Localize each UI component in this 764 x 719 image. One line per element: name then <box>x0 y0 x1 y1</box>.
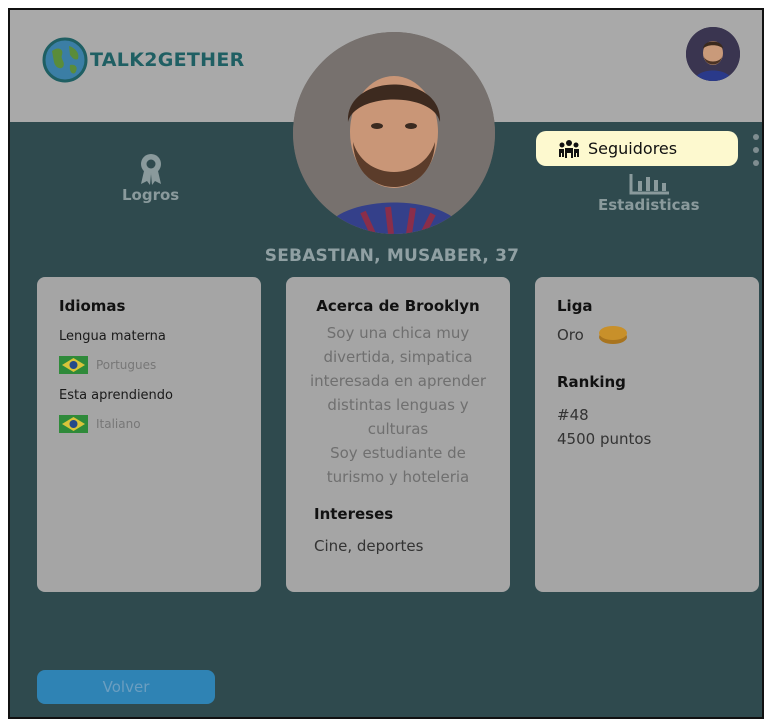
learning-language-row: Italiano <box>59 415 239 433</box>
native-language-row: Portugues <box>59 356 239 374</box>
about-line: Soy una chica muy <box>326 324 470 342</box>
brand-logo[interactable]: TALK2GETHER <box>42 37 245 83</box>
brazil-flag-icon <box>59 415 88 433</box>
about-line: Soy estudiante de <box>330 444 466 462</box>
league-value: Oro <box>557 326 584 344</box>
seguidores-label: Seguidores <box>588 139 678 158</box>
interests-value: Cine, deportes <box>314 537 424 555</box>
about-description: Soy una chica muy divertida, simpatica i… <box>298 321 498 489</box>
league-row: Oro <box>557 325 737 345</box>
profile-photo[interactable] <box>293 32 495 234</box>
about-line: distintas lenguas y <box>327 396 469 414</box>
brazil-flag-icon <box>59 356 88 374</box>
league-title: Liga <box>557 297 593 315</box>
brand-name: TALK2GETHER <box>90 49 245 71</box>
interests-title: Intereses <box>314 505 394 523</box>
back-button[interactable]: Volver <box>37 670 215 704</box>
native-language-label: Lengua materna <box>59 329 166 344</box>
profile-name: SEBASTIAN, MUSABER, 37 <box>264 246 520 266</box>
ranking-values: #48 4500 puntos <box>557 403 737 451</box>
languages-card: Idiomas Lengua materna Portugues Esta ap… <box>37 277 261 592</box>
profile-photo-image <box>293 32 495 234</box>
award-ribbon-icon <box>138 150 164 186</box>
about-line: turismo y hoteleria <box>326 468 470 486</box>
rank-position: #48 <box>557 406 589 424</box>
estadisticas-label: Estadisticas <box>598 196 700 214</box>
globe-icon <box>42 37 88 83</box>
followers-group-icon <box>559 139 579 158</box>
about-line: interesada en aprender <box>309 372 487 390</box>
learning-language-value: Italiano <box>96 417 141 431</box>
ranking-title: Ranking <box>557 373 626 391</box>
about-line: culturas <box>367 420 429 438</box>
league-card: Liga Oro Ranking #48 4500 puntos <box>535 277 759 592</box>
about-card: Acerca de Brooklyn Soy una chica muy div… <box>286 277 510 592</box>
kebab-menu-icon[interactable] <box>752 134 760 166</box>
estadisticas-button[interactable]: Estadisticas <box>598 160 700 214</box>
gold-coin-icon <box>598 326 627 344</box>
logros-label: Logros <box>122 186 180 204</box>
rank-points: 4500 puntos <box>557 430 652 448</box>
avatar-photo <box>686 27 740 81</box>
profile-screen: TALK2GETHER Logros Estadisticas Seguidor… <box>8 8 764 719</box>
about-line: divertida, simpatica <box>323 348 473 366</box>
about-title: Acerca de Brooklyn <box>316 297 480 315</box>
logros-button[interactable]: Logros <box>122 150 179 204</box>
languages-title: Idiomas <box>59 297 126 315</box>
learning-language-label: Esta aprendiendo <box>59 388 174 403</box>
user-avatar[interactable] <box>686 27 740 81</box>
seguidores-tooltip[interactable]: Seguidores <box>536 131 738 166</box>
native-language-value: Portugues <box>96 358 157 372</box>
